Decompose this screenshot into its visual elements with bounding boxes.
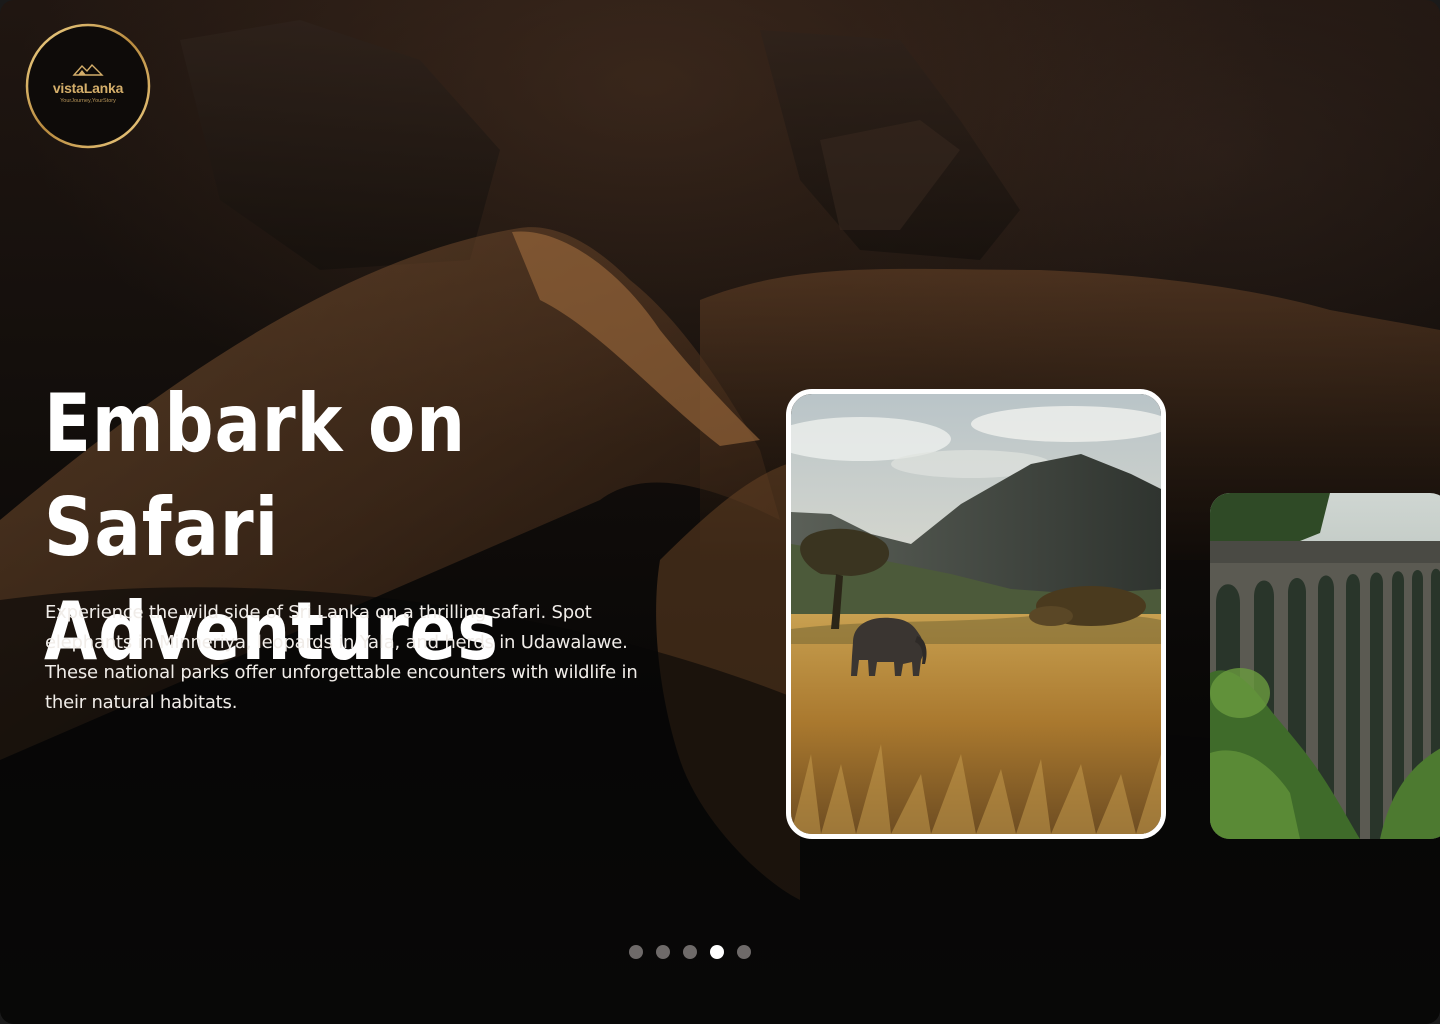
carousel-dot-5[interactable] — [737, 945, 751, 959]
carousel-dot-1[interactable] — [629, 945, 643, 959]
logo-tagline: YourJourney,YourStory — [60, 98, 116, 104]
hero-section: vistaLanka YourJourney,YourStory Embark … — [0, 0, 1440, 1024]
elephant-savanna-image — [791, 394, 1161, 834]
hero-description: Experience the wild side of Sri Lanka on… — [45, 602, 638, 713]
safari-card[interactable] — [786, 389, 1166, 839]
brand-logo[interactable]: vistaLanka YourJourney,YourStory — [24, 20, 152, 152]
carousel-dot-4[interactable] — [710, 945, 724, 959]
carousel-dot-2[interactable] — [656, 945, 670, 959]
headline-line-1: Embark on Safari — [44, 377, 466, 574]
carousel-pagination — [629, 945, 751, 959]
nine-arch-bridge-card[interactable] — [1210, 493, 1440, 839]
carousel-dot-3[interactable] — [683, 945, 697, 959]
logo-wordmark: vistaLanka — [52, 80, 124, 96]
arched-bridge-image — [1210, 493, 1440, 839]
